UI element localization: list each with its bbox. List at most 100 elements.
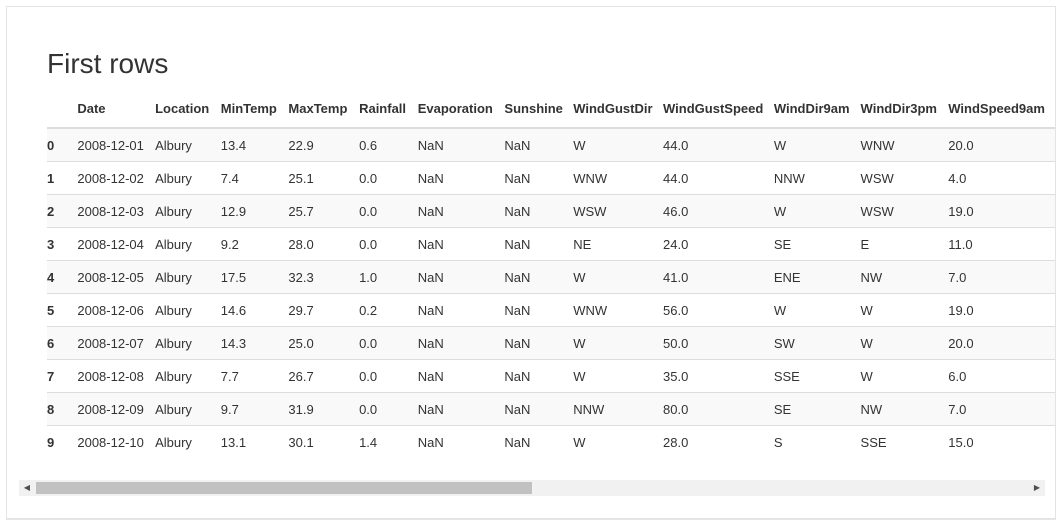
- table-row: 9 2008-12-10 Albury 13.1 30.1 1.4 NaN NaN W 28.0 S…: [47, 425, 1055, 458]
- header-row: Date Location MinTemp MaxTemp Rainfall E…: [47, 90, 1055, 129]
- table-cell: 24.0: [663, 227, 774, 261]
- table-cell: 0.0: [359, 161, 418, 195]
- table-cell: 56.0: [663, 293, 774, 327]
- scroll-left-icon[interactable]: ◀: [19, 480, 35, 496]
- dataframe-table: Date Location MinTemp MaxTemp Rainfall E…: [47, 90, 1055, 458]
- column-header: Rainfall: [359, 90, 418, 129]
- row-index: 0: [47, 127, 78, 162]
- table-cell: 0.2: [359, 293, 418, 327]
- table-cell: NaN: [417, 359, 505, 393]
- table-cell: W: [860, 293, 949, 327]
- table-cell: SSE: [773, 359, 861, 393]
- table-cell: 28.0: [288, 227, 360, 261]
- table-row: 8 2008-12-09 Albury 9.7 31.9 0.0 NaN NaN NNW 80.0…: [47, 392, 1055, 426]
- row-index: 8: [47, 392, 78, 426]
- table-cell: 2008-12-09: [77, 392, 156, 426]
- scrollbar-thumb[interactable]: [36, 482, 532, 494]
- row-index: 3: [47, 227, 78, 261]
- table-cell: W: [573, 260, 664, 294]
- table-row: 4 2008-12-05 Albury 17.5 32.3 1.0 NaN NaN W 41.0 E…: [47, 260, 1055, 294]
- divider: [6, 519, 1056, 520]
- table-cell: NNW: [773, 161, 861, 195]
- table-row: 7 2008-12-08 Albury 7.7 26.7 0.0 NaN NaN W 35.0 SS…: [47, 359, 1055, 393]
- column-header-index: [47, 90, 78, 129]
- table-cell: 14.3: [220, 326, 289, 360]
- table-cell: 25.1: [288, 161, 360, 195]
- table-cell: Albury: [155, 425, 221, 458]
- table-cell: NaN: [504, 392, 574, 426]
- table-cell: NaN: [417, 227, 505, 261]
- table-cell: 7.4: [220, 161, 289, 195]
- table-cell: Albury: [155, 227, 221, 261]
- table-cell: WNW: [860, 127, 949, 162]
- table-cell: 2008-12-06: [77, 293, 156, 327]
- table-cell: 13.4: [220, 127, 289, 162]
- horizontal-scrollbar[interactable]: ◀ ▶: [19, 480, 1045, 496]
- table-cell: 19.0: [948, 194, 1055, 228]
- row-index: 4: [47, 260, 78, 294]
- table-cell: 50.0: [663, 326, 774, 360]
- table-cell: 7.0: [948, 260, 1055, 294]
- column-header: WindSpeed9am: [948, 90, 1055, 129]
- table-cell: W: [773, 293, 861, 327]
- table-cell: W: [573, 425, 664, 458]
- table-cell: NaN: [504, 260, 574, 294]
- table-cell: NW: [860, 392, 949, 426]
- table-cell: S: [773, 425, 861, 458]
- table-cell: 6.0: [948, 359, 1055, 393]
- column-header: WindDir9am: [773, 90, 861, 129]
- table-cell: Albury: [155, 194, 221, 228]
- table-cell: WSW: [573, 194, 664, 228]
- table-cell: 25.0: [288, 326, 360, 360]
- table-cell: 31.9: [288, 392, 360, 426]
- table-row: 2 2008-12-03 Albury 12.9 25.7 0.0 NaN NaN WSW 46.…: [47, 194, 1055, 228]
- table-cell: Albury: [155, 293, 221, 327]
- column-header: Date: [77, 90, 156, 129]
- table-cell: 2008-12-08: [77, 359, 156, 393]
- table-cell: ENE: [773, 260, 861, 294]
- table-cell: 13.1: [220, 425, 289, 458]
- scroll-right-icon[interactable]: ▶: [1029, 480, 1045, 496]
- table-cell: Albury: [155, 260, 221, 294]
- page-title: First rows: [47, 48, 169, 79]
- table-cell: 2008-12-07: [77, 326, 156, 360]
- table-cell: W: [573, 127, 664, 162]
- table-row: 6 2008-12-07 Albury 14.3 25.0 0.0 NaN NaN W 50.0 S…: [47, 326, 1055, 360]
- table-row: 0 2008-12-01 Albury 13.4 22.9 0.6 NaN NaN W 44.0 W…: [47, 127, 1055, 162]
- table-cell: NaN: [504, 359, 574, 393]
- column-header: WindGustDir: [573, 90, 664, 129]
- table-cell: 0.0: [359, 194, 418, 228]
- table-cell: NaN: [504, 127, 574, 162]
- table-cell: Albury: [155, 392, 221, 426]
- table-cell: NaN: [417, 425, 505, 458]
- table-cell: SSE: [860, 425, 949, 458]
- table-cell: NaN: [417, 194, 505, 228]
- table-cell: W: [860, 359, 949, 393]
- table-cell: E: [860, 227, 949, 261]
- table-cell: 25.7: [288, 194, 360, 228]
- column-header: MaxTemp: [288, 90, 360, 129]
- column-header: MinTemp: [220, 90, 289, 129]
- table-cell: 30.1: [288, 425, 360, 458]
- table-cell: NaN: [504, 326, 574, 360]
- table-cell: NaN: [504, 194, 574, 228]
- table-cell: 9.2: [220, 227, 289, 261]
- table-cell: 17.5: [220, 260, 289, 294]
- table-cell: 44.0: [663, 161, 774, 195]
- row-index: 9: [47, 425, 78, 458]
- table-row: 5 2008-12-06 Albury 14.6 29.7 0.2 NaN NaN WNW 56.…: [47, 293, 1055, 327]
- table-cell: W: [573, 326, 664, 360]
- table-cell: 2008-12-01: [77, 127, 156, 162]
- table-cell: 41.0: [663, 260, 774, 294]
- table-cell: WNW: [573, 161, 664, 195]
- table-cell: NaN: [417, 293, 505, 327]
- table-cell: NaN: [417, 161, 505, 195]
- row-index: 6: [47, 326, 78, 360]
- table-row: 1 2008-12-02 Albury 7.4 25.1 0.0 NaN NaN WNW 44.0…: [47, 161, 1055, 195]
- table-cell: 2008-12-04: [77, 227, 156, 261]
- table-body: 0 2008-12-01 Albury 13.4 22.9 0.6 NaN NaN W 44.0 W…: [47, 127, 1055, 458]
- table-cell: WSW: [860, 161, 949, 195]
- table-cell: 46.0: [663, 194, 774, 228]
- table-cell: 0.0: [359, 359, 418, 393]
- table-cell: 1.0: [359, 260, 418, 294]
